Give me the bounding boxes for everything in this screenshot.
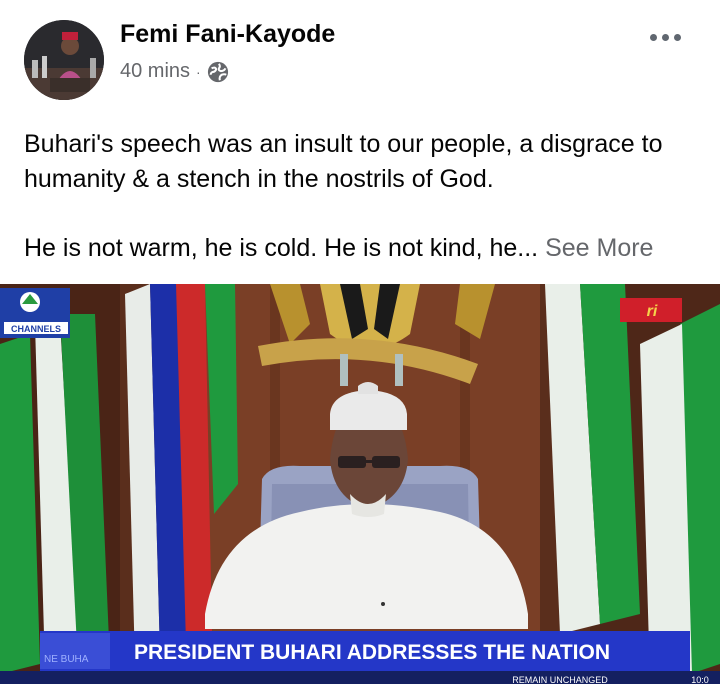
post-photo[interactable]: CHANNELS ri NE BUHA PRESIDENT BUHARI ADD… (0, 284, 720, 684)
avatar[interactable] (24, 20, 104, 100)
more-options-icon[interactable] (640, 22, 690, 52)
dot-icon (649, 33, 657, 41)
post-text: Buhari's speech was an insult to our peo… (24, 127, 704, 266)
see-more-link[interactable]: See More (545, 234, 653, 262)
post-paragraph-1: Buhari's speech was an insult to our peo… (24, 130, 663, 193)
post-paragraph-2: He is not warm, he is cold. He is not ki… (24, 231, 704, 266)
post-header: Femi Fani-Kayode 40 mins · (0, 0, 720, 110)
post-paragraph-2-text: He is not warm, he is cold. He is not ki… (24, 234, 539, 262)
channel-corner-logo: ri (647, 303, 658, 320)
bottom-ticker-text: REMAIN UNCHANGED (512, 675, 608, 684)
post-time[interactable]: 40 mins (120, 60, 190, 83)
lower-third-headline: PRESIDENT BUHARI ADDRESSES THE NATION (134, 641, 610, 664)
globe-icon[interactable] (207, 61, 229, 83)
author-name[interactable]: Femi Fani-Kayode (120, 20, 335, 49)
avatar-image (24, 20, 104, 100)
meta-separator: · (196, 63, 201, 80)
dot-icon (673, 33, 681, 41)
tv-clock: 10:0 (691, 675, 709, 684)
channel-logo-text: CHANNELS (11, 324, 61, 334)
ticker-left-text: NE BUHA (44, 654, 89, 665)
post-meta: 40 mins · (120, 60, 229, 83)
dot-icon (661, 33, 669, 41)
tv-broadcast-image: CHANNELS ri NE BUHA PRESIDENT BUHARI ADD… (0, 284, 720, 684)
